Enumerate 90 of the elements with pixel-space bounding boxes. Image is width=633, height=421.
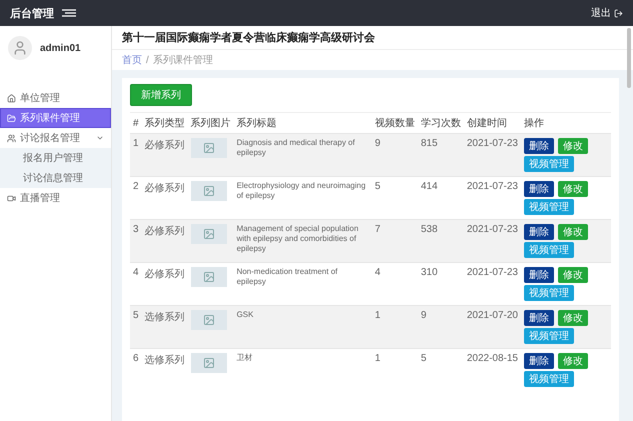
breadcrumb-separator: / bbox=[146, 54, 149, 66]
menu-item-icon bbox=[7, 134, 16, 142]
column-header: 系列类型 bbox=[142, 112, 188, 134]
table-cell: 2021-07-23 bbox=[464, 176, 521, 220]
action-button[interactable]: 修改 bbox=[558, 138, 588, 154]
table-cell: 6 bbox=[130, 348, 142, 391]
table-cell: 2021-07-23 bbox=[464, 134, 521, 176]
avatar-icon bbox=[8, 36, 32, 60]
table-cell: 9 bbox=[418, 306, 464, 348]
action-button[interactable]: 删除 bbox=[524, 353, 554, 369]
table-cell: 2022-08-15 bbox=[464, 348, 521, 391]
table-cell: 310 bbox=[418, 262, 464, 306]
column-header: 视频数量 bbox=[372, 112, 418, 134]
action-button[interactable]: 视频管理 bbox=[524, 242, 574, 258]
action-button[interactable]: 视频管理 bbox=[524, 199, 574, 215]
menu-item-icon bbox=[7, 114, 16, 122]
action-button[interactable]: 删除 bbox=[524, 181, 554, 197]
breadcrumb-link[interactable]: 首页 bbox=[122, 53, 142, 67]
table-cell: 815 bbox=[418, 134, 464, 176]
sidebar-subitem[interactable]: 讨论信息管理 bbox=[0, 168, 111, 188]
action-button[interactable]: 视频管理 bbox=[524, 371, 574, 387]
menu-item-icon bbox=[7, 94, 16, 102]
table-cell: 卫材 bbox=[234, 348, 372, 391]
table-cell: 4 bbox=[372, 262, 418, 306]
sidebar-item[interactable]: 直播管理 bbox=[0, 188, 111, 208]
menu-item-icon bbox=[7, 194, 16, 202]
image-placeholder bbox=[190, 181, 227, 201]
column-header: 系列图片 bbox=[188, 112, 234, 134]
table-cell: Diagnosis and medical therapy of epilepsy bbox=[234, 134, 372, 176]
column-header: # bbox=[130, 112, 142, 134]
column-header: 系列标题 bbox=[234, 112, 372, 134]
action-button[interactable]: 视频管理 bbox=[524, 156, 574, 172]
table-cell: 1 bbox=[130, 134, 142, 176]
image-placeholder bbox=[190, 353, 227, 373]
table-cell: 9 bbox=[372, 134, 418, 176]
sidebar-item[interactable]: 系列课件管理 bbox=[0, 108, 111, 128]
action-button[interactable]: 删除 bbox=[524, 138, 554, 154]
image-placeholder bbox=[190, 310, 227, 330]
image-placeholder bbox=[190, 224, 227, 244]
table-cell: 2 bbox=[130, 176, 142, 220]
table-cell: 2021-07-23 bbox=[464, 220, 521, 262]
table-cell: 选修系列 bbox=[142, 348, 188, 391]
add-series-button[interactable]: 新增系列 bbox=[130, 84, 192, 106]
image-placeholder bbox=[190, 138, 227, 158]
menu-toggle-icon[interactable] bbox=[62, 9, 76, 17]
column-header: 操作 bbox=[521, 112, 611, 134]
table-cell: Non-medication treatment of epilepsy bbox=[234, 262, 372, 306]
table-cell: 3 bbox=[130, 220, 142, 262]
action-button[interactable]: 修改 bbox=[558, 353, 588, 369]
table-cell: 4 bbox=[130, 262, 142, 306]
sidebar-item[interactable]: 讨论报名管理 bbox=[0, 128, 111, 148]
logout-icon[interactable] bbox=[614, 8, 623, 18]
sidebar-subitem[interactable]: 报名用户管理 bbox=[0, 148, 111, 168]
action-button[interactable]: 删除 bbox=[524, 224, 554, 240]
table-cell: 538 bbox=[418, 220, 464, 262]
action-button[interactable]: 修改 bbox=[558, 310, 588, 326]
action-button[interactable]: 视频管理 bbox=[524, 285, 574, 301]
table-cell: 5 bbox=[418, 348, 464, 391]
page-title: 第十一届国际癫痫学者夏令营临床癫痫学高级研讨会 bbox=[122, 30, 375, 45]
breadcrumb-current: 系列课件管理 bbox=[152, 54, 213, 67]
table-cell: 1 bbox=[372, 348, 418, 391]
action-button[interactable]: 视频管理 bbox=[524, 328, 574, 344]
table-cell: 5 bbox=[372, 176, 418, 220]
table-cell: Electrophysiology and neuroimaging of epilepsy bbox=[234, 176, 372, 220]
sidebar-item[interactable]: 单位管理 bbox=[0, 88, 111, 108]
action-button[interactable]: 删除 bbox=[524, 310, 554, 326]
table-cell: 5 bbox=[130, 306, 142, 348]
table-cell: GSK bbox=[234, 306, 372, 348]
table-cell: Management of special population with epilepsy and comorbidities of epilepsy bbox=[234, 220, 372, 262]
action-button[interactable]: 删除 bbox=[524, 267, 554, 283]
table-cell: 必修系列 bbox=[142, 176, 188, 220]
table-cell: 必修系列 bbox=[142, 134, 188, 176]
table-cell: 2021-07-23 bbox=[464, 262, 521, 306]
table-cell: 必修系列 bbox=[142, 262, 188, 306]
action-button[interactable]: 修改 bbox=[558, 267, 588, 283]
column-header: 创建时间 bbox=[464, 112, 521, 134]
table-cell: 414 bbox=[418, 176, 464, 220]
scrollbar[interactable] bbox=[627, 28, 631, 88]
column-header: 学习次数 bbox=[418, 112, 464, 134]
table-cell: 必修系列 bbox=[142, 220, 188, 262]
user-name: admin01 bbox=[40, 42, 81, 54]
table-cell: 选修系列 bbox=[142, 306, 188, 348]
logout-link[interactable]: 退出 bbox=[591, 6, 623, 20]
table-cell: 7 bbox=[372, 220, 418, 262]
brand-title: 后台管理 bbox=[10, 6, 54, 20]
action-button[interactable]: 修改 bbox=[558, 181, 588, 197]
action-button[interactable]: 修改 bbox=[558, 224, 588, 240]
image-placeholder bbox=[190, 267, 227, 287]
table-cell: 1 bbox=[372, 306, 418, 348]
table-cell: 2021-07-20 bbox=[464, 306, 521, 348]
